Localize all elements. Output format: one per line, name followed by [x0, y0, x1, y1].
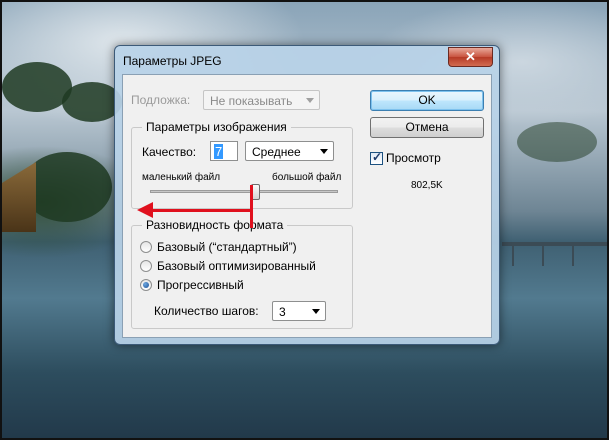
dialog-title: Параметры JPEG	[123, 54, 222, 68]
radio-baseline-optimized[interactable]	[140, 260, 152, 272]
checkmark-icon: ✓	[372, 150, 383, 164]
chevron-down-icon	[320, 149, 328, 154]
file-size-readout: 802,5K	[411, 180, 443, 191]
scans-label: Количество шагов:	[154, 304, 259, 318]
quality-preset-value: Среднее	[252, 145, 301, 159]
chevron-down-icon	[312, 309, 320, 314]
pier-post	[572, 246, 574, 266]
ok-button[interactable]: OK	[370, 90, 484, 111]
format-option-baseline-optimized[interactable]: Базовый оптимизированный	[140, 259, 340, 275]
pier-post	[542, 246, 544, 266]
format-option-label: Базовый оптимизированный	[157, 259, 316, 273]
annotation-arrow-stem	[250, 185, 253, 228]
preview-checkbox[interactable]: ✓	[370, 150, 383, 165]
image-options-group: Параметры изображения Качество: 7 Средне…	[131, 120, 353, 209]
annotation-arrow-head	[137, 202, 153, 218]
beach-hut	[2, 162, 36, 232]
dialog-content: Подложка: Не показывать Параметры изобра…	[122, 74, 492, 338]
preview-toggle[interactable]: ✓ Просмотр	[370, 150, 470, 167]
close-button[interactable]: ✕	[448, 47, 493, 67]
scans-value: 3	[279, 305, 286, 319]
format-option-label: Прогрессивный	[157, 278, 244, 292]
format-option-progressive[interactable]: Прогрессивный	[140, 278, 340, 294]
quality-preset-select[interactable]: Среднее	[245, 141, 334, 161]
quality-input[interactable]: 7	[210, 141, 238, 161]
chevron-down-icon	[306, 98, 314, 103]
jpeg-options-dialog: Параметры JPEG ✕ Подложка: Не показывать…	[114, 45, 500, 345]
annotation-arrow-shaft	[150, 209, 253, 212]
matte-select[interactable]: Не показывать	[203, 90, 320, 110]
format-options-group: Разновидность формата Базовый (“стандарт…	[131, 218, 353, 329]
pier	[502, 242, 607, 246]
cancel-button[interactable]: Отмена	[370, 117, 484, 138]
palm-foliage	[517, 122, 597, 162]
quality-value: 7	[214, 144, 224, 159]
format-option-baseline-standard[interactable]: Базовый (“стандартный”)	[140, 240, 340, 256]
small-file-label: маленький файл	[142, 172, 221, 183]
preview-label: Просмотр	[386, 151, 441, 165]
pier-post	[512, 246, 514, 266]
format-option-label: Базовый (“стандартный”)	[157, 240, 297, 254]
matte-select-value: Не показывать	[210, 94, 293, 108]
quality-label: Качество:	[142, 145, 197, 159]
large-file-label: большой файл	[272, 172, 342, 183]
palm-foliage	[62, 82, 122, 122]
matte-label: Подложка:	[131, 93, 191, 107]
radio-progressive[interactable]	[140, 279, 152, 291]
radio-baseline-standard[interactable]	[140, 241, 152, 253]
image-options-title: Параметры изображения	[142, 120, 291, 134]
scans-select[interactable]: 3	[272, 301, 326, 321]
format-options-title: Разновидность формата	[142, 218, 288, 232]
quality-slider-track[interactable]	[150, 190, 338, 193]
title-bar[interactable]: Параметры JPEG ✕	[115, 46, 499, 74]
